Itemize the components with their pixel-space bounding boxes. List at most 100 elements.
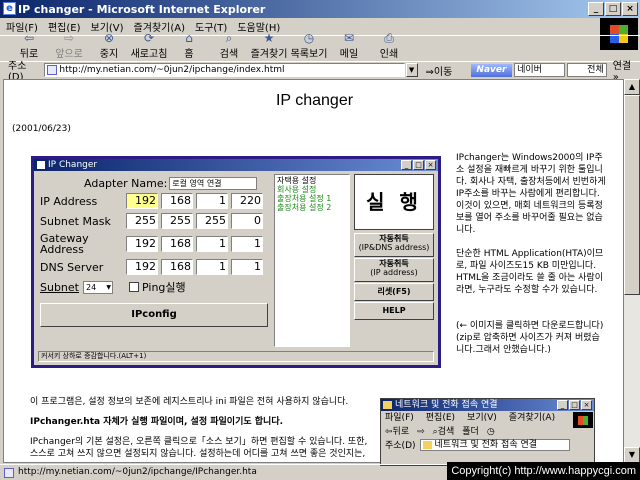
description-paragraph: IPchanger는 Windows2000의 IP주소 설정을 재빠르게 바꾸… <box>456 153 606 235</box>
favorites-button[interactable]: ★ 즐겨찾기 <box>250 31 288 60</box>
netwin-minimize-button[interactable]: _ <box>557 400 568 410</box>
netwin-back-button[interactable]: ⇦뒤로 <box>385 425 409 439</box>
folder-icon <box>383 401 392 409</box>
page-icon <box>47 65 58 75</box>
scroll-thumb[interactable] <box>624 95 640 295</box>
netwin-history-button[interactable]: ◷ <box>487 425 495 439</box>
dns-row: DNS Server 192 168 1 1 <box>36 259 266 275</box>
netwin-close-button[interactable]: × <box>581 400 592 410</box>
dns-octet-2: 168 <box>161 259 193 275</box>
body-line: 이 프로그램은, 설정 정보의 보존에 레지스트리나 ini 파일은 전혀 사용… <box>30 397 349 407</box>
address-dropdown-button[interactable]: ▼ <box>405 63 418 77</box>
netwin-menu-view[interactable]: 보기(V) <box>467 411 497 425</box>
search-button[interactable]: ⌕ 검색 <box>210 31 248 60</box>
refresh-icon: ⟳ <box>143 31 155 45</box>
auto-ip-button: 자동취득 (IP address) <box>354 258 434 282</box>
go-button[interactable]: ⇒이동 <box>426 63 471 78</box>
minimize-button[interactable]: _ <box>588 2 604 16</box>
subnet-mask-label: Subnet Mask <box>40 214 111 228</box>
dns-label: DNS Server <box>40 260 104 274</box>
subnet-combo: 24 <box>83 280 113 294</box>
back-button[interactable]: ⇦ 뒤로 <box>10 31 48 60</box>
scroll-down-button[interactable]: ▼ <box>624 447 640 463</box>
dns-octet-1: 192 <box>126 259 158 275</box>
window-title: IP changer - Microsoft Internet Explorer <box>18 2 266 16</box>
netwin-menubar: 파일(F) 편집(E) 보기(V) 즐겨찾기(A) <box>381 411 594 425</box>
hta-titlebar: IP Changer _ □ × <box>34 159 438 171</box>
status-url: http://my.netian.com/~0jun2/ipchange/IPc… <box>18 467 257 477</box>
scroll-up-button[interactable]: ▲ <box>624 79 640 95</box>
netwin-menu-favorites[interactable]: 즐겨찾기(A) <box>509 411 555 425</box>
netwin-title: 네트워크 및 전화 접속 연결 <box>395 400 498 410</box>
netwin-folders-button[interactable]: 폴더 <box>462 425 479 439</box>
print-icon: ⎙ <box>384 31 394 45</box>
hta-minimize-icon: _ <box>401 160 412 170</box>
copyright-watermark: Copyright(c) http://www.happycgi.com <box>447 462 640 480</box>
back-arrow-icon: ⇦ <box>23 31 35 45</box>
netwin-address-label: 주소(D) <box>385 441 416 451</box>
ie-icon: e <box>3 2 16 15</box>
ping-checkbox <box>129 282 139 292</box>
windows-logo-icon <box>573 412 593 428</box>
help-button: HELP <box>354 302 434 320</box>
close-button[interactable]: × <box>622 2 638 16</box>
profile-item: 출장처용 설정 1 <box>277 194 332 203</box>
netwin-toolbar: ⇦뒤로 ⇨ ⌕검색 폴더 ◷ <box>381 425 594 439</box>
description-paragraph: 단순한 HTML Application(HTA)이므로, 파일 사이즈도15 … <box>456 249 604 295</box>
description-column: IPchanger는 Windows2000의 IP주소 설정을 재빠르게 바꾸… <box>456 152 606 308</box>
netwin-forward-button[interactable]: ⇨ <box>417 425 425 439</box>
body-line-bold: IPchanger.hta 자체가 실행 파일이며, 설정 파일이기도 합니다. <box>30 417 284 427</box>
home-icon: ⌂ <box>185 31 193 45</box>
reset-button: 리셋(F5) <box>354 283 434 301</box>
window-titlebar: e IP changer - Microsoft Internet Explor… <box>0 0 640 18</box>
body-line: IPchanger의 기본 설정은, 오른쪽 클릭으로「소스 보기」하면 편집할… <box>30 437 368 459</box>
history-button[interactable]: ◷ 목록보기 <box>290 31 328 60</box>
mask-octet-2: 255 <box>161 213 193 229</box>
naver-scope-select[interactable]: 전체 <box>567 63 607 77</box>
ip-octet-4: 220 <box>231 193 263 209</box>
refresh-button[interactable]: ⟳ 새로고침 <box>130 31 168 60</box>
page-icon <box>4 468 14 478</box>
stop-icon: ⊗ <box>103 31 115 45</box>
address-input[interactable]: http://my.netian.com/~0jun2/ipchange/ind… <box>44 63 405 77</box>
naver-search-input[interactable]: 네이버 <box>514 63 566 77</box>
mail-button[interactable]: ✉ 메일 <box>330 31 368 60</box>
vertical-scrollbar[interactable]: ▲ ▼ <box>624 79 640 463</box>
adapter-label: Adapter Name: <box>84 177 168 190</box>
mail-icon: ✉ <box>343 31 355 45</box>
hta-app-icon <box>37 161 45 169</box>
dns-octet-3: 1 <box>196 259 228 275</box>
gw-octet-3: 1 <box>196 236 228 252</box>
ping-label: Ping실행 <box>142 281 186 294</box>
hta-title: IP Changer <box>48 160 98 170</box>
run-button: 실 행 <box>354 174 434 230</box>
address-bar: 주소(D) http://my.netian.com/~0jun2/ipchan… <box>0 61 640 83</box>
hta-statusbar: 커서키 상하로 증감합니다.(ALT+1) <box>38 351 434 362</box>
network-connections-window[interactable]: 네트워크 및 전화 접속 연결 _ □ × 파일(F) 편집(E) 보기(V) … <box>380 398 595 466</box>
forward-button[interactable]: ⇨ 앞으로 <box>50 31 88 60</box>
mask-octet-4: 0 <box>231 213 263 229</box>
gateway-row: Gateway Address 192 168 1 1 <box>36 233 266 255</box>
netwin-menu-edit[interactable]: 편집(E) <box>426 411 455 425</box>
dns-octet-4: 1 <box>231 259 263 275</box>
ip-address-label: IP Address <box>40 194 98 208</box>
netwin-menu-file[interactable]: 파일(F) <box>385 411 414 425</box>
adapter-row: Adapter Name: 로컬 영역 연결 <box>84 177 284 190</box>
ip-octet-2: 168 <box>161 193 193 209</box>
subnet-row: Subnet 24 Ping실행 <box>40 279 186 295</box>
print-button[interactable]: ⎙ 인쇄 <box>370 31 408 60</box>
gateway-label: Gateway Address <box>40 232 89 256</box>
netwin-address-input[interactable]: 네트워크 및 전화 접속 연결 <box>419 439 570 451</box>
ip-octet-3: 1 <box>196 193 228 209</box>
ipchanger-screenshot[interactable]: IP Changer _ □ × Adapter Name: 로컬 영역 연결 … <box>31 156 441 368</box>
ipconfig-button: IPconfig <box>40 303 268 327</box>
profile-item: 자택용 설정 <box>277 176 317 185</box>
ip-address-row: IP Address 192 168 1 220 <box>36 193 266 209</box>
netwin-search-button[interactable]: ⌕검색 <box>433 425 455 439</box>
profile-item: 출장처용 설정 2 <box>277 203 332 212</box>
profile-list: 자택용 설정 회사용 설정 출장처용 설정 1 출장처용 설정 2 <box>274 174 350 347</box>
netwin-maximize-button[interactable]: □ <box>569 400 580 410</box>
home-button[interactable]: ⌂ 홈 <box>170 31 208 60</box>
stop-button[interactable]: ⊗ 중지 <box>90 31 128 60</box>
maximize-button[interactable]: □ <box>605 2 621 16</box>
